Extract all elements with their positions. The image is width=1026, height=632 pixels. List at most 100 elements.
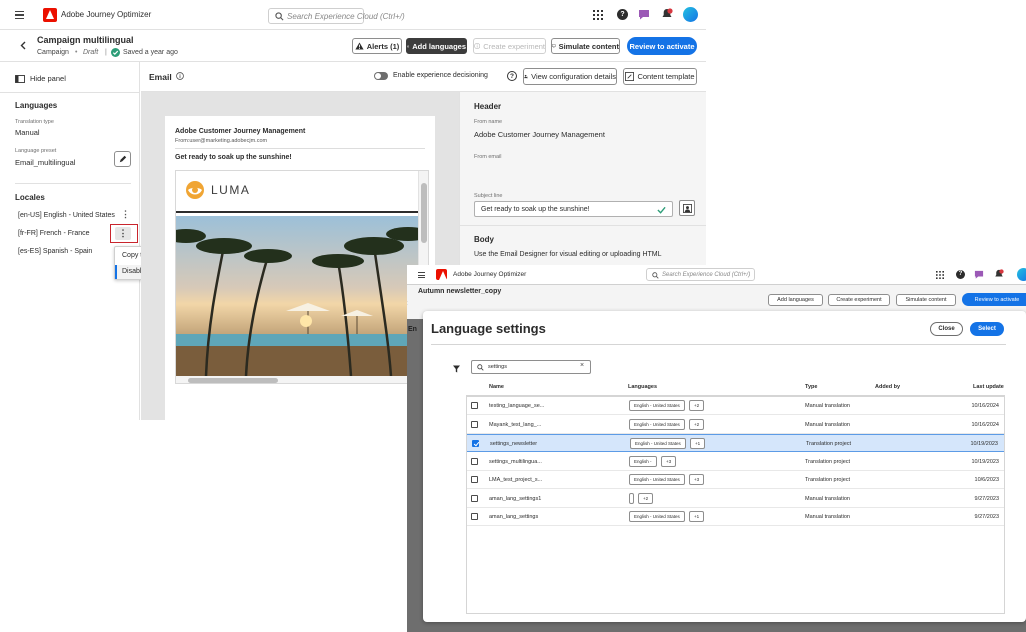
info-icon[interactable]	[176, 72, 184, 80]
locale-more-icon[interactable]: ⋮	[121, 209, 130, 220]
locale-item-en-us[interactable]: [en-US] English - United States	[18, 212, 115, 219]
row-name[interactable]: aman_lang_settings1	[489, 496, 541, 502]
top-bar: Adobe Journey Optimizer Search Experienc…	[0, 0, 706, 30]
back-chevron-icon[interactable]: ‹	[407, 298, 408, 307]
add-languages-button[interactable]: Add languages	[406, 38, 467, 54]
personalize-button[interactable]	[679, 200, 695, 216]
content-template-button[interactable]: Content template	[623, 68, 697, 85]
decisioning-toggle[interactable]	[374, 72, 388, 80]
column-header-type[interactable]: Type	[805, 384, 817, 390]
row-checkbox[interactable]	[471, 457, 478, 465]
row-name[interactable]: aman_lang_settings	[489, 514, 538, 520]
simulate-content-button[interactable]: Simulate content	[896, 294, 956, 306]
help-circle-icon[interactable]: ?	[507, 71, 517, 81]
row-checkbox[interactable]	[471, 420, 478, 428]
scrollbar-thumb[interactable]	[188, 378, 278, 383]
row-checkbox[interactable]	[471, 513, 478, 520]
language-more-tag[interactable]: +1	[689, 511, 705, 522]
help-icon[interactable]: ?	[617, 9, 628, 20]
table-row[interactable]: Mayank_test_lang_... English - United Sta…	[466, 416, 1005, 434]
apps-grid-icon[interactable]	[936, 271, 944, 279]
hide-panel-label: Hide panel	[30, 74, 66, 83]
locale-more-icon[interactable]: ⋮	[115, 227, 131, 240]
header-section-title: Header	[474, 102, 502, 111]
table-row[interactable]: LMA_test_project_s... English - United St…	[466, 471, 1005, 489]
apps-grid-icon[interactable]	[593, 10, 603, 20]
from-name-label: From name	[474, 119, 503, 125]
create-experiment-button[interactable]: Create experiment	[473, 38, 546, 54]
filter-icon[interactable]	[453, 365, 460, 373]
add-languages-label: Add languages	[777, 297, 814, 303]
simulate-content-button[interactable]: Simulate content	[551, 38, 620, 54]
notifications-bell-icon[interactable]	[661, 8, 673, 20]
view-configuration-label: View configuration details	[531, 72, 616, 81]
language-tag: English - United States	[630, 438, 686, 449]
row-last-update: 10/16/2024	[971, 421, 999, 428]
column-header-last-update[interactable]: Last update	[973, 384, 1004, 390]
review-to-activate-button[interactable]: Review to activate	[962, 293, 1026, 306]
row-checkbox[interactable]	[471, 476, 478, 483]
feedback-icon[interactable]	[974, 270, 984, 279]
row-name[interactable]: LMA_test_project_s...	[489, 477, 542, 483]
locale-item-es-es[interactable]: [es-ES] Spanish - Spain	[18, 248, 92, 255]
table-row[interactable]: settings_multilingua... English - +3 Transl…	[466, 453, 1005, 471]
row-checkbox[interactable]	[471, 402, 478, 409]
column-header-added-by[interactable]: Added by	[875, 384, 900, 390]
clear-search-icon[interactable]: ×	[580, 362, 584, 369]
user-avatar[interactable]	[683, 7, 698, 22]
separator-dot: •	[75, 49, 78, 56]
row-last-update: 10/16/2024	[971, 403, 999, 409]
back-chevron-icon[interactable]	[20, 41, 26, 50]
table-row[interactable]: aman_lang_settings1 +2 Manual translation 9…	[466, 490, 1005, 508]
table-row[interactable]: settings_newsletter English - United Stat…	[466, 434, 1005, 452]
feedback-icon[interactable]	[638, 9, 650, 20]
campaign-status: Draft	[83, 49, 99, 56]
view-configuration-button[interactable]: View configuration details	[523, 68, 617, 85]
row-name[interactable]: settings_newsletter	[490, 441, 537, 447]
global-search-input[interactable]: Search Experience Cloud (Ctrl+/)	[646, 268, 755, 281]
notifications-bell-icon[interactable]	[994, 269, 1004, 279]
search-placeholder: Search Experience Cloud (Ctrl+/)	[287, 12, 405, 21]
subject-line-input[interactable]: Get ready to soak up the sunshine!	[474, 201, 673, 217]
row-checkbox[interactable]	[471, 494, 478, 502]
language-more-tag[interactable]: +3	[689, 474, 705, 485]
row-name[interactable]: settings_multilingua...	[489, 459, 542, 465]
review-to-activate-button[interactable]: Review to activate	[627, 37, 697, 55]
create-experiment-button[interactable]: Create experiment	[828, 294, 890, 306]
table-row[interactable]: testing_language_se... English - United S…	[466, 397, 1005, 415]
language-preset-label: Language preset	[15, 148, 57, 154]
table-row[interactable]: aman_lang_settings English - United State…	[466, 508, 1005, 526]
column-header-name[interactable]: Name	[489, 384, 504, 390]
search-input[interactable]: settings ×	[471, 360, 591, 374]
row-type: Translation project	[805, 458, 851, 465]
hide-panel-button[interactable]: Hide panel	[15, 74, 66, 83]
add-languages-button[interactable]: Add languages	[768, 294, 823, 306]
user-avatar[interactable]	[1017, 268, 1026, 281]
locale-item-fr-fr[interactable]: [fr-FR] French - France	[18, 230, 90, 237]
select-button[interactable]: Select	[970, 322, 1004, 336]
edit-preset-button[interactable]	[114, 151, 131, 167]
language-more-tag[interactable]: +1	[690, 438, 706, 449]
close-button[interactable]: Close	[930, 322, 963, 336]
global-search-input[interactable]: Search Experience Cloud (Ctrl+/)	[268, 8, 405, 24]
subject-line-label: Subject line	[474, 193, 503, 199]
search-icon	[477, 364, 484, 371]
row-name[interactable]: Mayank_test_lang_...	[489, 422, 541, 428]
language-more-tag[interactable]: +2	[638, 492, 654, 504]
row-name[interactable]: testing_language_se...	[489, 403, 544, 409]
alerts-button[interactable]: Alerts (1)	[352, 38, 402, 54]
simulate-icon	[552, 44, 556, 48]
row-checkbox[interactable]	[472, 440, 479, 447]
language-more-tag[interactable]: +3	[661, 455, 677, 467]
column-header-languages[interactable]: Languages	[628, 384, 657, 390]
hamburger-menu-icon[interactable]	[15, 11, 24, 19]
scrollbar-thumb[interactable]	[421, 183, 427, 243]
help-icon[interactable]: ?	[956, 270, 965, 279]
language-more-tag[interactable]: +2	[689, 400, 705, 411]
hamburger-menu-icon[interactable]	[418, 272, 425, 278]
horizontal-scrollbar[interactable]	[176, 376, 418, 383]
adobe-logo-icon	[436, 269, 447, 280]
campaign-title: Autumn newsletter_copy	[418, 288, 502, 295]
from-name-value[interactable]: Adobe Customer Journey Management	[474, 130, 605, 139]
language-more-tag[interactable]: +2	[689, 418, 705, 430]
